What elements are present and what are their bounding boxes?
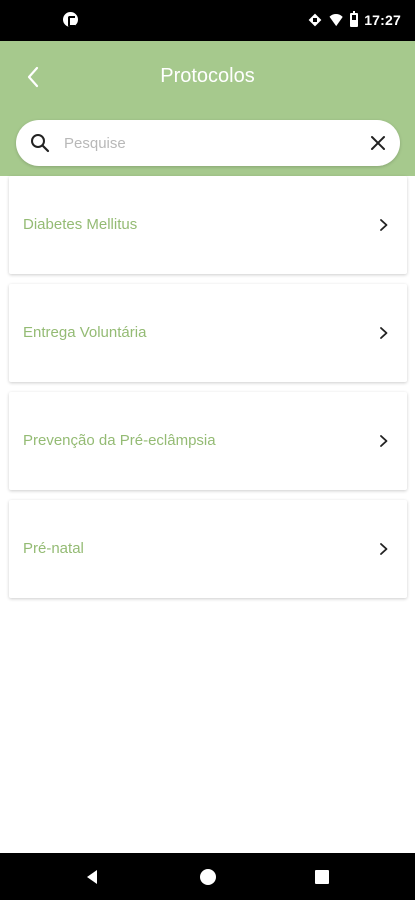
chevron-right-icon [380, 327, 388, 339]
search-bar[interactable] [16, 120, 400, 166]
chevron-right-icon [380, 435, 388, 447]
close-icon[interactable] [368, 133, 388, 153]
wifi-icon [328, 14, 344, 27]
protocol-item-label: Prevenção da Pré-eclâmpsia [23, 432, 216, 449]
protocol-item-diabetes-mellitus[interactable]: Diabetes Mellitus [9, 176, 407, 274]
data-saver-icon [308, 13, 322, 27]
status-icons: 17:27 [308, 11, 401, 29]
protocol-item-label: Entrega Voluntária [23, 324, 147, 341]
chevron-right-icon [380, 543, 388, 555]
chevron-right-icon [380, 219, 388, 231]
back-triangle-icon[interactable] [84, 869, 100, 885]
page-title: Protocolos [160, 65, 255, 87]
protocol-item-entrega-voluntaria[interactable]: Entrega Voluntária [9, 284, 407, 382]
protocol-item-label: Pré-natal [23, 540, 84, 557]
protocol-item-pre-natal[interactable]: Pré-natal [9, 500, 407, 598]
protocol-item-prevencao-pre-eclampsia[interactable]: Prevenção da Pré-eclâmpsia [9, 392, 407, 490]
status-bar: 17:27 [0, 0, 415, 41]
system-nav-bar [0, 853, 415, 900]
recents-square-icon[interactable] [315, 870, 329, 884]
notification-icon [63, 12, 78, 27]
home-circle-icon[interactable] [200, 869, 216, 885]
status-time: 17:27 [364, 12, 401, 28]
search-input[interactable] [64, 128, 364, 158]
protocol-list: Diabetes Mellitus Entrega Voluntária Pre… [9, 176, 407, 608]
battery-icon [350, 11, 359, 27]
search-icon [31, 134, 50, 153]
protocol-item-label: Diabetes Mellitus [23, 216, 138, 233]
